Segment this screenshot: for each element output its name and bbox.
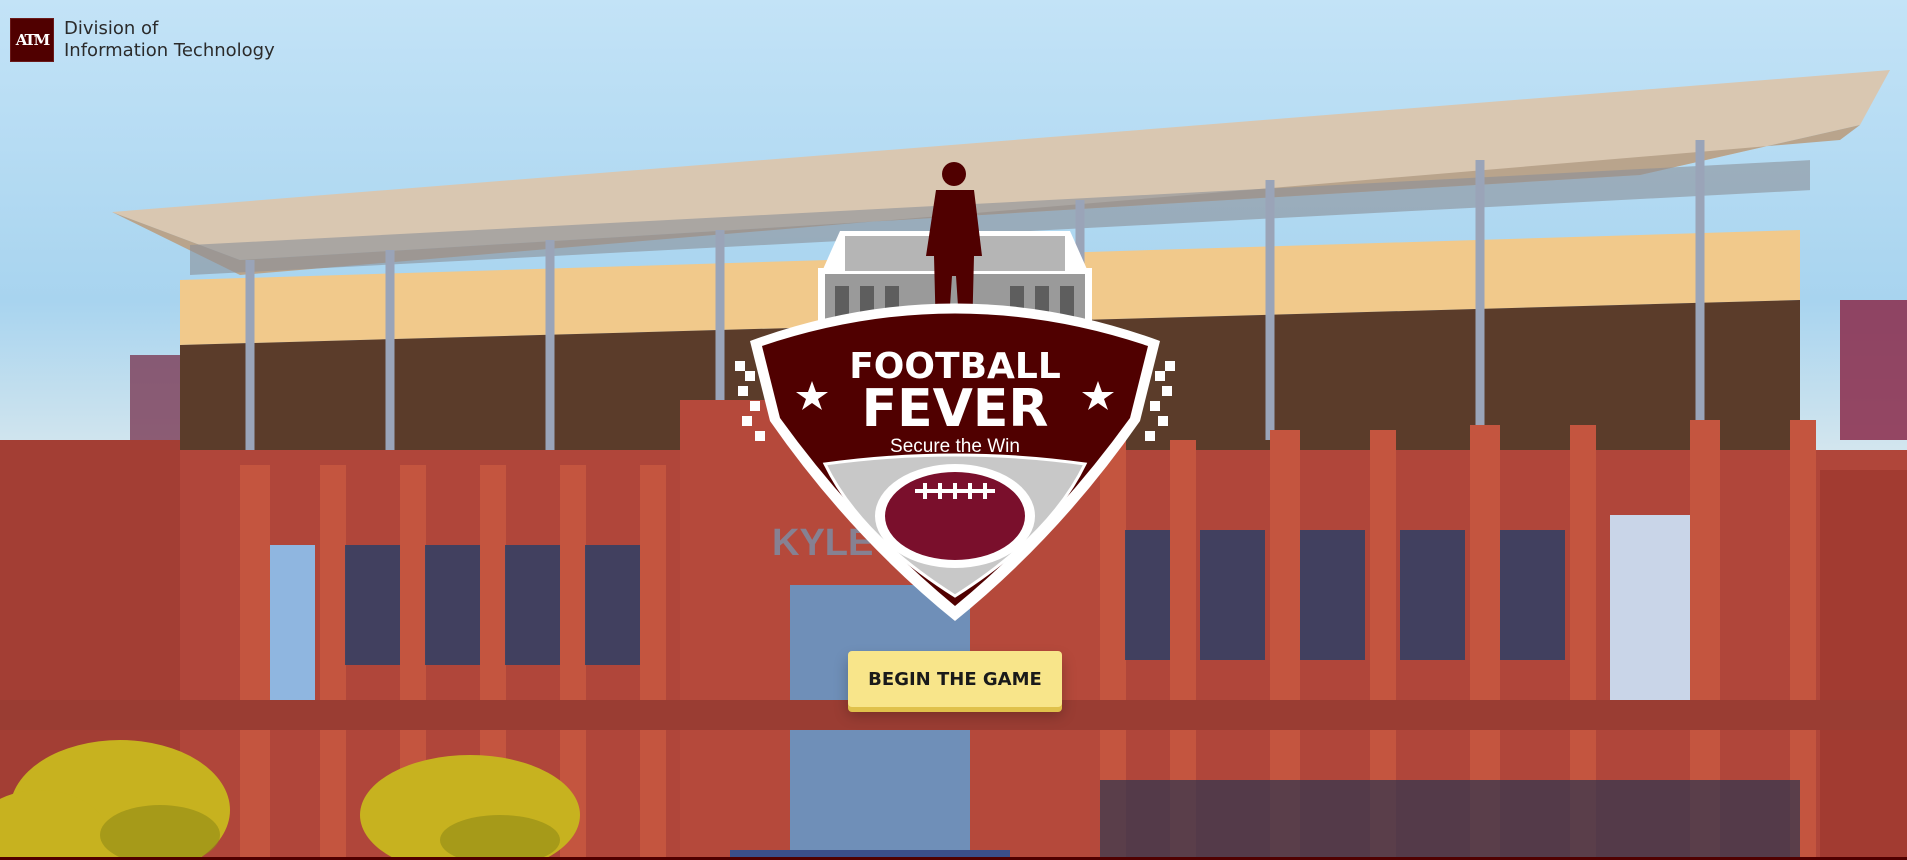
org-name: Division of Information Technology	[64, 18, 275, 62]
football-icon	[875, 464, 1035, 568]
org-name-line2: Information Technology	[64, 40, 275, 61]
header: ATM Division of Information Technology	[10, 18, 275, 62]
tamu-logo[interactable]: ATM	[10, 18, 54, 62]
football-fever-badge: FOOTBALL FEVER Secure the Win	[735, 162, 1175, 621]
badge-title-line2: FEVER	[862, 379, 1049, 439]
org-name-line1: Division of	[64, 18, 159, 39]
begin-game-button[interactable]: BEGIN THE GAME	[848, 651, 1062, 707]
